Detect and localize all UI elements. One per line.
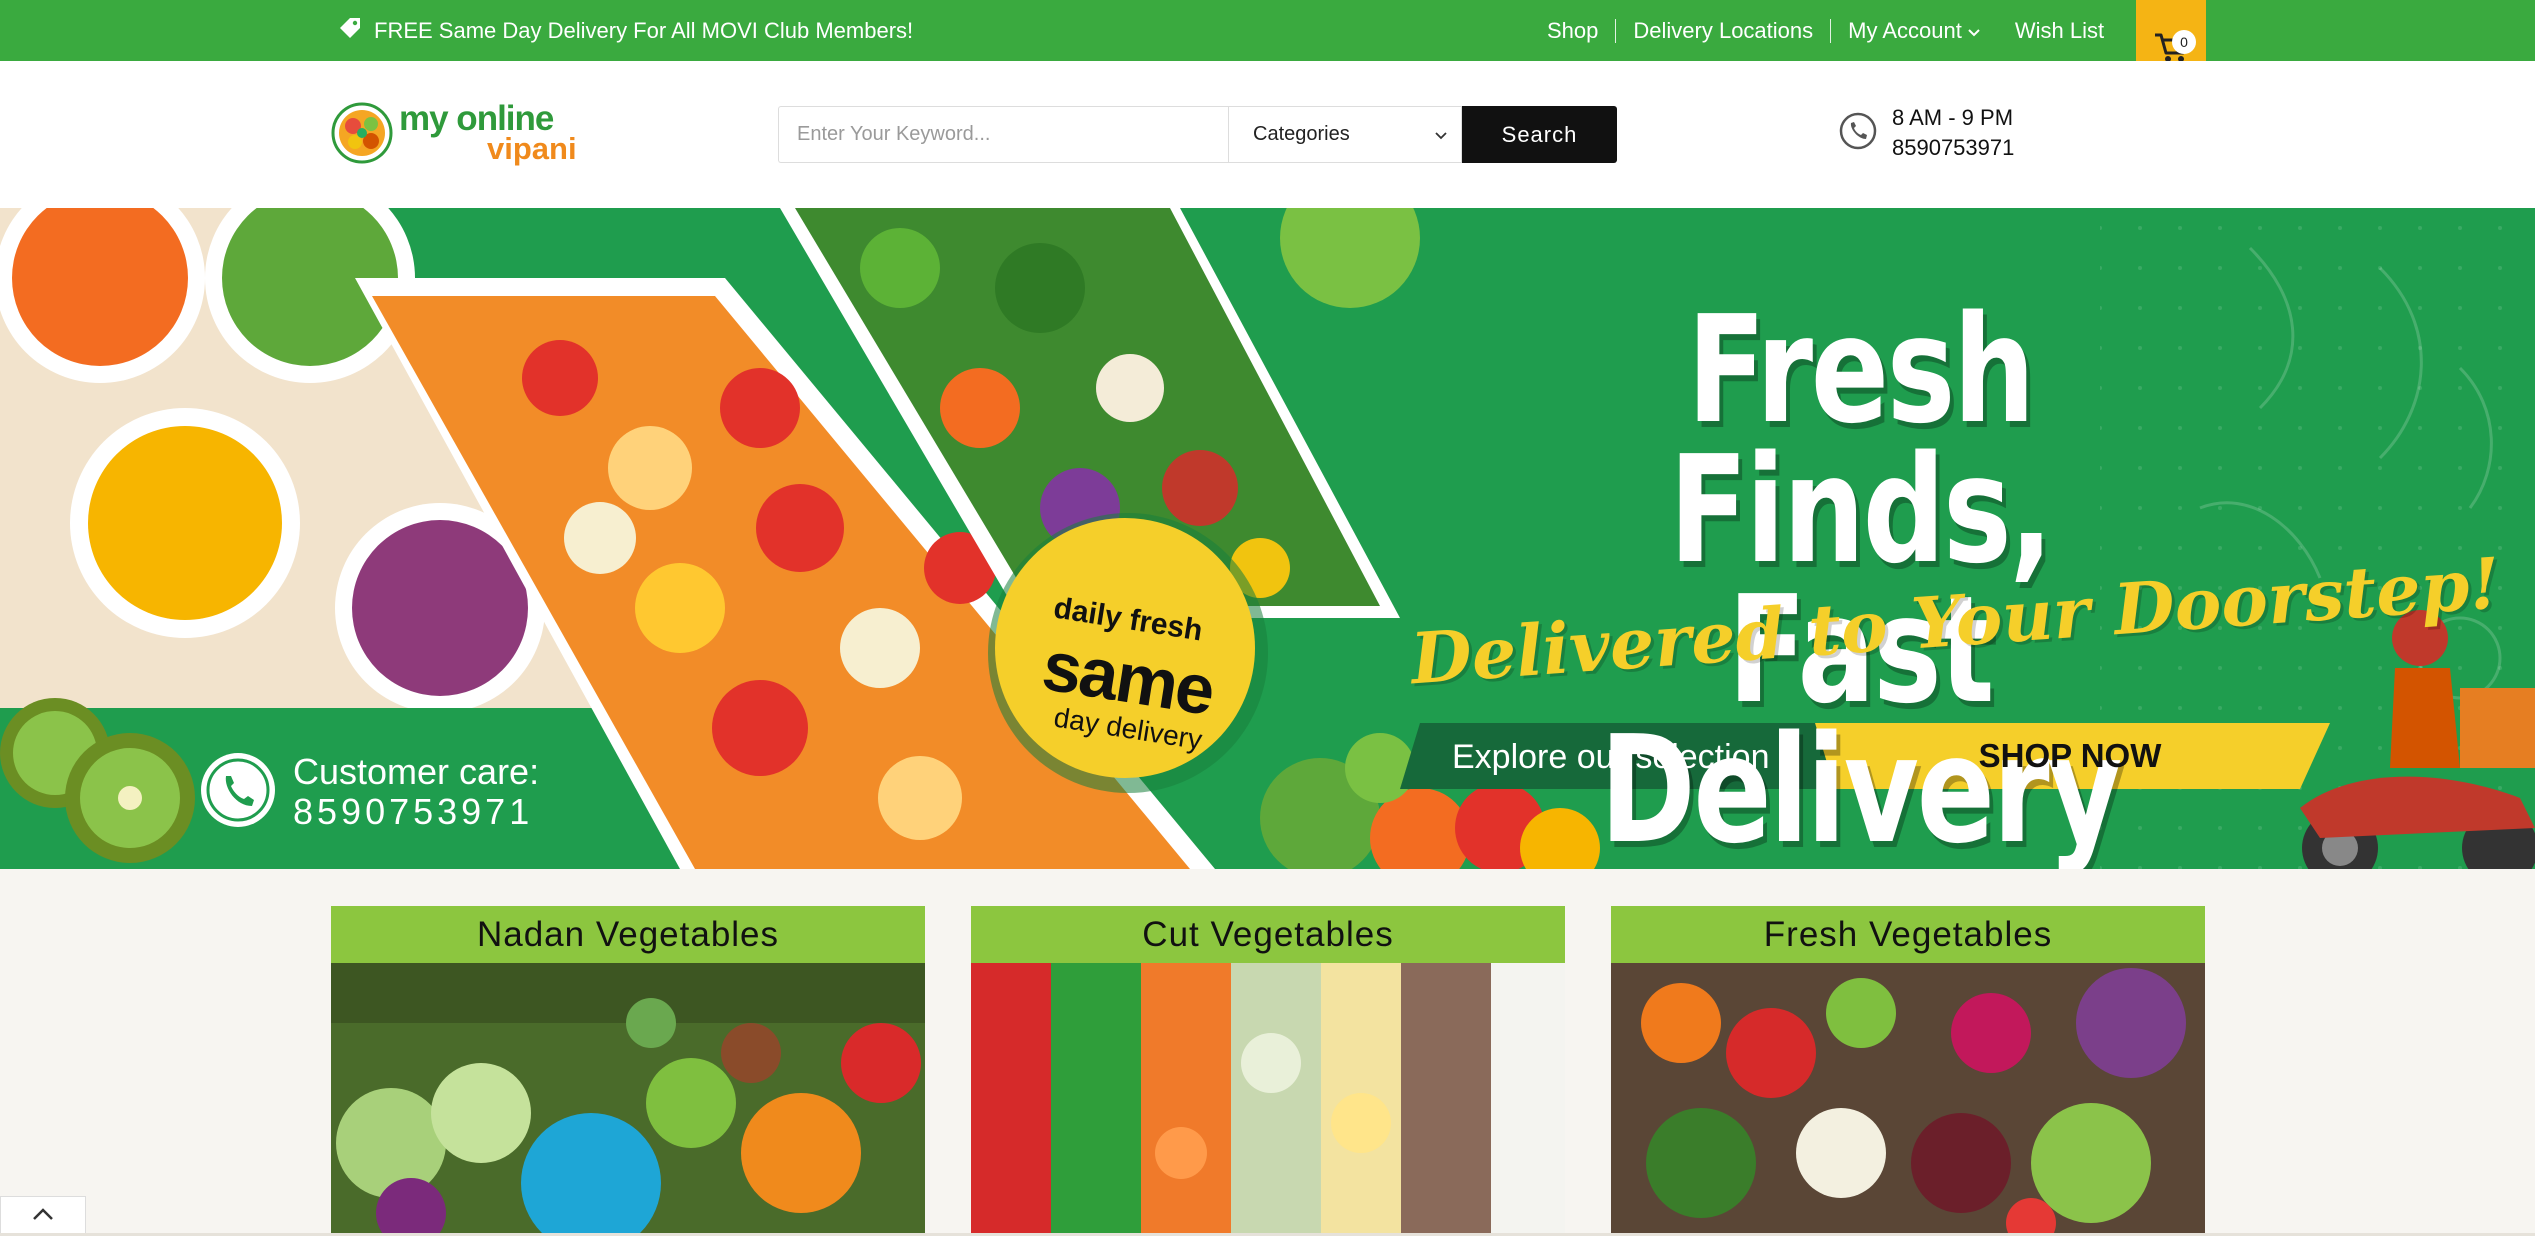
category-card-image <box>331 963 925 1236</box>
business-hours: 8 AM - 9 PM <box>1892 105 2014 130</box>
hero-headline-line-1: Fresh Finds, <box>1669 284 2053 596</box>
category-card-fresh[interactable]: Fresh Vegetables <box>1611 906 2205 1236</box>
logo-line-2: vipani <box>487 131 577 166</box>
category-card-title: Nadan Vegetables <box>331 906 925 963</box>
category-cards: Nadan Vegetables Cut Vegetables Fresh Ve… <box>331 906 2205 1236</box>
cart-count-badge: 0 <box>2172 30 2196 54</box>
category-card-title: Cut Vegetables <box>971 906 1565 963</box>
customer-care-number: 8590753971 <box>293 791 534 832</box>
category-card-title: Fresh Vegetables <box>1611 906 2205 963</box>
site-header: my online vipani Categories Search 8 AM … <box>0 61 2535 208</box>
customer-care-label: Customer care: <box>293 751 540 792</box>
search-button[interactable]: Search <box>1462 106 1617 163</box>
nav-my-account[interactable]: My Account <box>1831 18 1998 44</box>
nav-delivery-locations[interactable]: Delivery Locations <box>1616 18 1830 44</box>
shop-now-button[interactable]: SHOP NOW <box>1810 723 2330 789</box>
scroll-to-top-button[interactable] <box>0 1196 86 1236</box>
search-input[interactable] <box>778 106 1228 163</box>
category-card-image <box>971 963 1565 1236</box>
chevron-down-icon <box>1435 123 1447 146</box>
category-card-image <box>1611 963 2205 1236</box>
promo-banner: FREE Same Day Delivery For All MOVI Club… <box>336 0 913 61</box>
contact-info: 8 AM - 9 PM 8590753971 <box>1838 103 2014 163</box>
category-select-label: Categories <box>1253 123 1350 145</box>
top-nav: Shop Delivery Locations My Account Wish … <box>1530 0 2121 61</box>
promo-text: FREE Same Day Delivery For All MOVI Club… <box>374 17 914 43</box>
top-bar: FREE Same Day Delivery For All MOVI Club… <box>0 0 2535 98</box>
category-card-cut[interactable]: Cut Vegetables <box>971 906 1565 1236</box>
phone-icon <box>1838 111 1878 156</box>
logo-fruit-icon <box>331 102 393 164</box>
explore-selection-text: Explore our selection <box>1452 738 1770 776</box>
tag-icon <box>336 14 364 48</box>
nav-shop[interactable]: Shop <box>1530 18 1615 44</box>
contact-phone[interactable]: 8590753971 <box>1892 133 2014 163</box>
chevron-down-icon <box>1967 18 1981 44</box>
category-select[interactable]: Categories <box>1228 106 1462 163</box>
logo-text: my online vipani <box>399 101 577 164</box>
category-card-nadan[interactable]: Nadan Vegetables <box>331 906 925 1236</box>
nav-my-account-label: My Account <box>1848 17 1962 43</box>
chevron-up-icon <box>32 1207 54 1226</box>
nav-wish-list[interactable]: Wish List <box>1998 18 2121 44</box>
search-bar: Categories Search <box>778 106 1617 163</box>
hero-banner[interactable]: Fresh Finds, Fast Delivery Delivered to … <box>0 208 2535 869</box>
site-logo[interactable]: my online vipani <box>331 101 577 164</box>
contact-text: 8 AM - 9 PM 8590753971 <box>1892 103 2014 163</box>
